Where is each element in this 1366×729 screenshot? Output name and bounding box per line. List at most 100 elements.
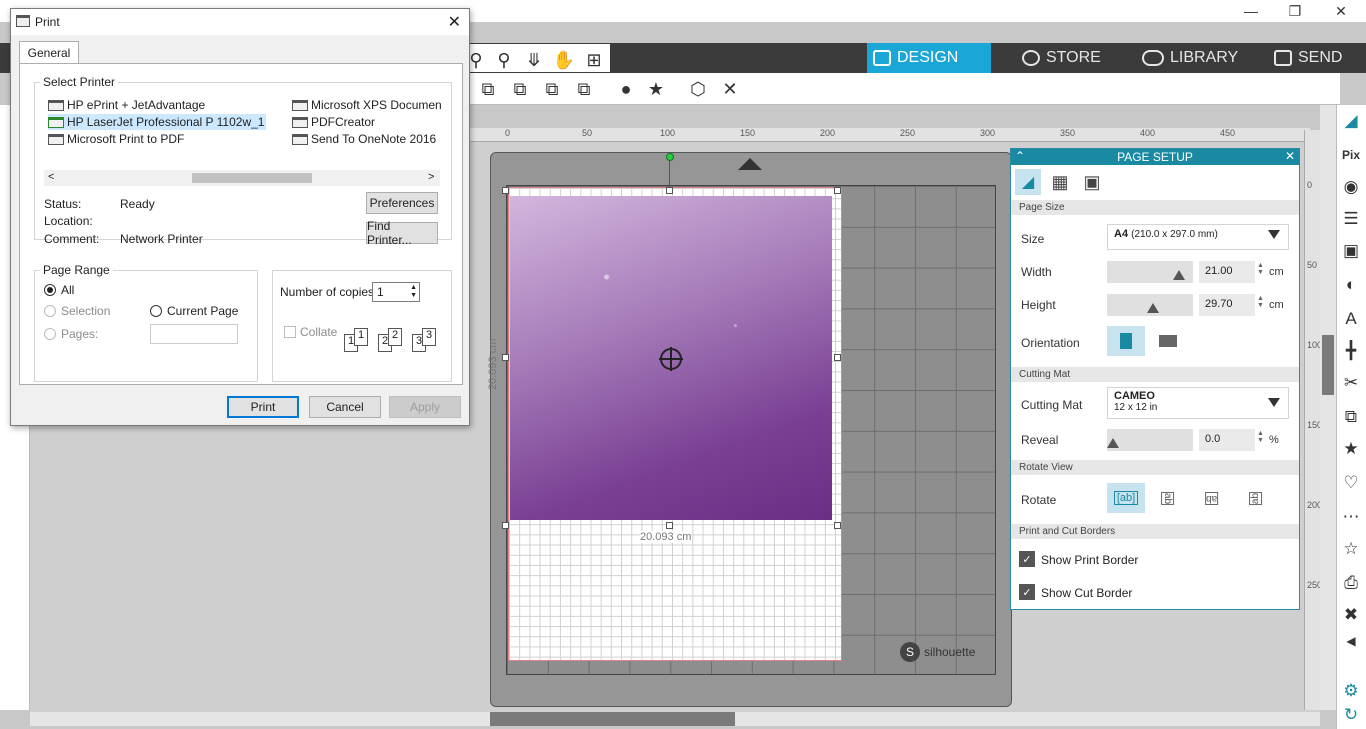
text-style-icon[interactable]: A (1338, 306, 1364, 332)
sketch-icon[interactable]: ✖ (1338, 602, 1364, 628)
printer-item-selected[interactable]: HP LaserJet Professional P 1102w_1 (48, 114, 266, 130)
print-border-checkbox[interactable]: ✓ (1019, 551, 1035, 567)
star-outline-icon[interactable]: ☆ (1338, 536, 1364, 562)
cube-icon[interactable]: ⬡ (686, 77, 710, 101)
ungroup-icon[interactable]: ⧉ (508, 77, 532, 101)
printer-item[interactable]: HP ePrint + JetAdvantage (48, 97, 205, 113)
vertical-scrollbar[interactable] (1320, 105, 1336, 710)
apply-button[interactable]: Apply (389, 396, 461, 418)
fit-page-icon[interactable]: ⊞ (582, 48, 606, 72)
send-icon[interactable]: ⎙ (1338, 570, 1364, 596)
dots-icon[interactable]: ⋯ (1338, 504, 1364, 530)
group-icon[interactable]: ⧉ (476, 77, 500, 101)
copies-spinner-icon[interactable]: ▲ ▼ (410, 284, 417, 300)
close-icon[interactable]: ✕ (1318, 0, 1364, 22)
cut-settings-icon[interactable]: ✂ (1338, 370, 1364, 396)
scroll-right-icon[interactable]: > (428, 171, 434, 183)
height-spinner[interactable]: ▲ ▼ (1257, 295, 1264, 309)
settings-gear-icon[interactable]: ⚙ (1338, 678, 1364, 704)
rotate-90-button[interactable]: ab (1149, 483, 1187, 513)
scroll-thumb[interactable] (192, 173, 312, 183)
copies-input[interactable]: 1 ▲ ▼ (372, 282, 420, 302)
rotate-0-button[interactable]: [ab] (1107, 483, 1145, 513)
delete-icon[interactable]: ✕ (718, 77, 742, 101)
shapes-icon[interactable]: ● (614, 77, 638, 101)
tab-general[interactable]: General (19, 41, 79, 63)
tab-store[interactable]: STORE (1016, 43, 1116, 73)
page-setup-icon[interactable]: ◢ (1338, 108, 1364, 134)
close-panel-icon[interactable]: ✕ (1285, 149, 1295, 163)
restore-icon[interactable]: ❐ (1272, 0, 1318, 22)
landscape-button[interactable] (1149, 326, 1187, 356)
pan-arrows-icon[interactable]: ⤋ (522, 48, 546, 72)
width-slider[interactable] (1107, 261, 1193, 283)
pages-input[interactable] (150, 324, 238, 344)
printer-item[interactable]: Microsoft XPS Documen (292, 97, 442, 113)
release-compound-icon[interactable]: ⧉ (572, 77, 596, 101)
tab-library[interactable]: LIBRARY (1136, 43, 1256, 73)
reveal-spinner[interactable]: ▲ ▼ (1257, 430, 1264, 444)
palette-icon[interactable]: ◉ (1338, 174, 1364, 200)
height-slider[interactable] (1107, 294, 1193, 316)
width-input[interactable]: 21.00 (1199, 261, 1255, 283)
portrait-button[interactable] (1107, 326, 1145, 356)
range-selection-radio[interactable] (44, 305, 56, 317)
slider-thumb[interactable] (1147, 303, 1159, 313)
tab-send[interactable]: SEND (1268, 43, 1366, 73)
star-icon[interactable]: ★ (644, 77, 668, 101)
rotate-270-button[interactable]: ab (1237, 483, 1275, 513)
slider-thumb[interactable] (1173, 270, 1185, 280)
find-printer-button[interactable]: Find Printer... (366, 219, 438, 247)
size-dropdown[interactable]: A4 (210.0 x 297.0 mm) (1107, 224, 1289, 250)
zoom-fit-icon[interactable]: ⚲ (492, 48, 516, 72)
scroll-left-icon[interactable]: < (48, 171, 54, 183)
hand-icon[interactable]: ✋ (552, 48, 576, 72)
vertical-scroll-thumb[interactable] (1322, 335, 1334, 395)
compound-icon[interactable]: ⧉ (540, 77, 564, 101)
printer-item[interactable]: PDFCreator (292, 114, 375, 130)
page-tab-icon[interactable]: ◢ (1015, 169, 1041, 195)
pixscan-icon[interactable]: Pix (1338, 142, 1364, 168)
horizontal-scroll-thumb[interactable] (490, 712, 735, 726)
slider-thumb[interactable] (1107, 438, 1119, 448)
align-icon[interactable]: ╋ (1338, 338, 1364, 364)
preferences-button[interactable]: Preferences (366, 192, 438, 214)
reveal-input[interactable]: 0.0 (1199, 429, 1255, 451)
range-current-radio[interactable] (150, 305, 162, 317)
line-style-icon[interactable]: ☰ (1338, 206, 1364, 232)
range-pages-radio[interactable] (44, 328, 56, 340)
range-all-radio[interactable] (44, 284, 56, 296)
height-input[interactable]: 29.70 (1199, 294, 1255, 316)
library-heart-icon[interactable]: ♡ (1338, 470, 1364, 496)
grid-tab-icon[interactable]: ▦ (1047, 169, 1073, 195)
print-button[interactable]: Print (227, 396, 299, 418)
cancel-button[interactable]: Cancel (309, 396, 381, 418)
rotate-handle[interactable] (666, 153, 674, 161)
collapse-chevron-icon[interactable]: ⌃ (1015, 149, 1025, 163)
width-spinner[interactable]: ▲ ▼ (1257, 262, 1264, 276)
replicate-icon[interactable]: ⧉ (1338, 404, 1364, 430)
resize-handle[interactable] (502, 522, 509, 529)
registration-tab-icon[interactable]: ▣ (1079, 169, 1105, 195)
close-icon[interactable]: ✕ (448, 12, 461, 32)
favorites-icon[interactable]: ★ (1338, 436, 1364, 462)
collate-checkbox[interactable] (284, 326, 296, 338)
refresh-icon[interactable]: ↻ (1338, 702, 1364, 728)
resize-handle[interactable] (666, 187, 673, 194)
fill-pattern-icon[interactable]: ▣ (1338, 238, 1364, 264)
resize-handle[interactable] (834, 187, 841, 194)
minimize-icon[interactable]: — (1228, 0, 1274, 22)
mat-dropdown[interactable]: CAMEO 12 x 12 in (1107, 387, 1289, 419)
rotate-180-button[interactable]: ab (1193, 483, 1231, 513)
contrast-icon[interactable]: ◐ (1338, 272, 1364, 298)
resize-handle[interactable] (834, 522, 841, 529)
printer-list-scrollbar[interactable]: < > (44, 170, 440, 186)
collapse-arrow-icon[interactable]: ◀ (1338, 628, 1364, 654)
printer-item[interactable]: Send To OneNote 2016 (292, 131, 436, 147)
resize-handle[interactable] (834, 354, 841, 361)
resize-handle[interactable] (666, 522, 673, 529)
tab-design[interactable]: DESIGN (867, 43, 991, 73)
cut-border-checkbox[interactable]: ✓ (1019, 584, 1035, 600)
printer-item[interactable]: Microsoft Print to PDF (48, 131, 184, 147)
resize-handle[interactable] (502, 354, 509, 361)
